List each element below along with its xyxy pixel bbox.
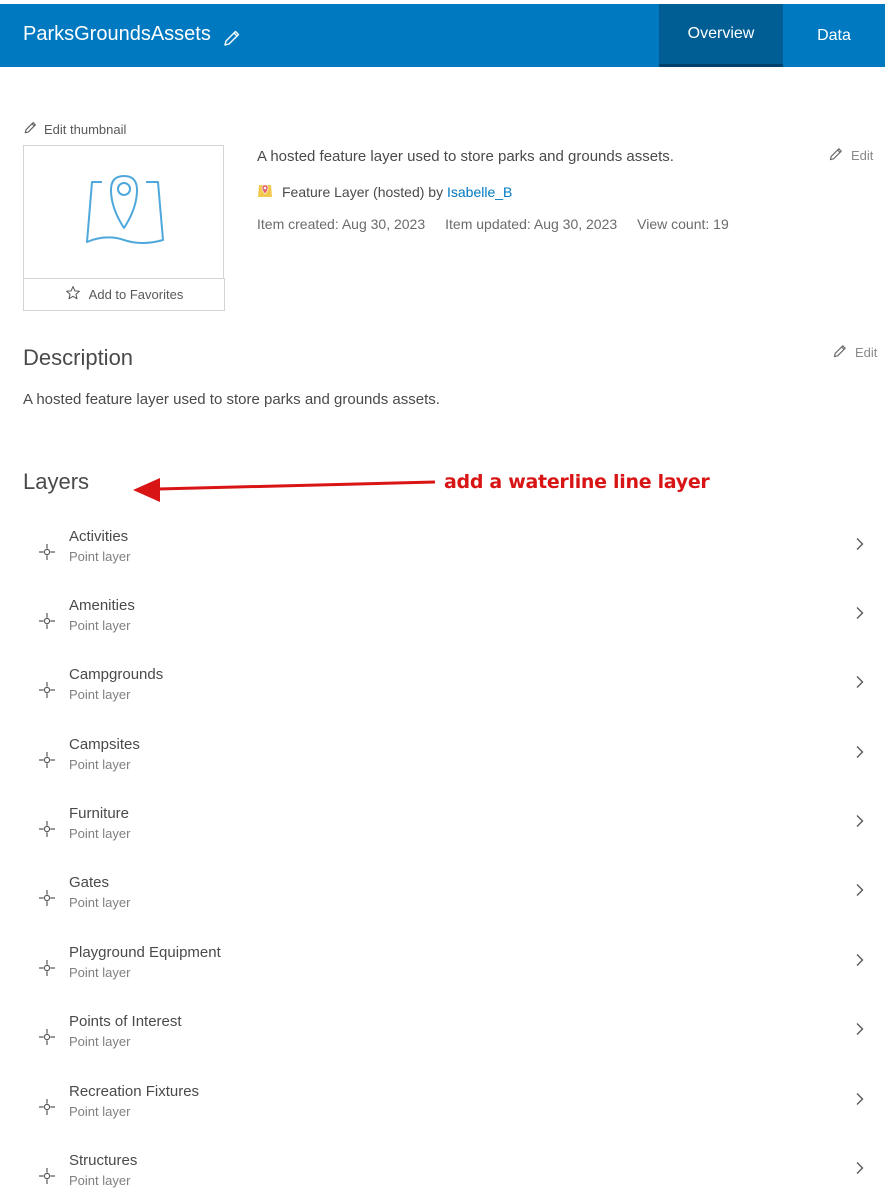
layer-type: Point layer — [69, 1104, 131, 1119]
layer-name: Playground Equipment — [69, 944, 221, 961]
add-to-favorites-label: Add to Favorites — [88, 287, 184, 302]
layers-heading: Layers — [23, 469, 90, 494]
layer-name: Recreation Fixtures — [69, 1083, 200, 1100]
chevron-right-icon — [855, 1022, 865, 1036]
layer-row[interactable]: Campsites Point layer — [23, 736, 875, 794]
view-count: View count: 19 — [637, 216, 729, 232]
layer-row[interactable]: Amenities Point layer — [23, 597, 875, 655]
layer-type: Point layer — [69, 618, 131, 633]
feature-layer-icon — [257, 182, 273, 201]
layer-name: Points of Interest — [69, 1013, 182, 1030]
tab-data[interactable]: Data — [783, 4, 885, 67]
chevron-right-icon — [855, 883, 865, 897]
item-updated: Item updated: Aug 30, 2023 — [445, 216, 618, 232]
point-layer-icon — [38, 1098, 56, 1116]
pencil-icon — [832, 343, 848, 362]
point-layer-icon — [38, 1028, 56, 1046]
point-layer-icon — [38, 889, 56, 907]
item-summary: A hosted feature layer used to store par… — [257, 148, 674, 165]
edit-summary-button[interactable]: Edit — [828, 146, 873, 165]
pencil-icon[interactable] — [222, 28, 242, 48]
point-layer-icon — [38, 959, 56, 977]
annotation-arrow-icon — [130, 472, 440, 509]
layer-row[interactable]: Furniture Point layer — [23, 805, 875, 863]
item-metadata: Item created: Aug 30, 2023 Item updated:… — [257, 216, 729, 232]
chevron-right-icon — [855, 1161, 865, 1175]
edit-thumbnail-label: Edit thumbnail — [44, 121, 127, 137]
item-created: Item created: Aug 30, 2023 — [257, 216, 426, 232]
edit-summary-label: Edit — [851, 148, 874, 163]
layer-type: Point layer — [69, 965, 131, 980]
edit-description-label: Edit — [855, 345, 878, 360]
layer-name: Gates — [69, 874, 110, 891]
layer-row[interactable]: Playground Equipment Point layer — [23, 944, 875, 1002]
layer-name: Amenities — [69, 597, 135, 614]
tab-overview[interactable]: Overview — [659, 4, 783, 67]
app-header: ParksGroundsAssets Overview Data — [0, 4, 885, 67]
chevron-right-icon — [855, 953, 865, 967]
point-layer-icon — [38, 751, 56, 769]
layer-name: Activities — [69, 528, 129, 545]
layer-row[interactable]: Points of Interest Point layer — [23, 1013, 875, 1071]
description-text: A hosted feature layer used to store par… — [23, 391, 440, 408]
edit-description-button[interactable]: Edit — [832, 343, 877, 362]
add-to-favorites-button[interactable]: Add to Favorites — [23, 278, 225, 311]
layer-type: Point layer — [69, 549, 131, 564]
layer-name: Campgrounds — [69, 666, 164, 683]
chevron-right-icon — [855, 606, 865, 620]
item-type-text: Feature Layer (hosted) by — [282, 183, 444, 200]
description-heading: Description — [23, 345, 134, 370]
chevron-right-icon — [855, 745, 865, 759]
owner-link[interactable]: Isabelle_B — [447, 184, 512, 200]
pencil-icon — [828, 146, 844, 165]
chevron-right-icon — [855, 814, 865, 828]
chevron-right-icon — [855, 1092, 865, 1106]
layer-type: Point layer — [69, 1034, 131, 1049]
map-pin-icon — [84, 168, 166, 257]
point-layer-icon — [38, 820, 56, 838]
layer-row[interactable]: Gates Point layer — [23, 874, 875, 932]
layer-row[interactable]: Campgrounds Point layer — [23, 666, 875, 724]
point-layer-icon — [38, 1167, 56, 1185]
item-thumbnail — [23, 145, 224, 279]
edit-thumbnail-link[interactable]: Edit thumbnail — [23, 120, 126, 138]
point-layer-icon — [38, 543, 56, 561]
point-layer-icon — [38, 612, 56, 630]
layer-type: Point layer — [69, 1173, 131, 1188]
layer-row[interactable]: Activities Point layer — [23, 528, 875, 586]
item-type-line: Feature Layer (hosted) by Isabelle_B — [257, 182, 512, 201]
layer-type: Point layer — [69, 687, 131, 702]
layer-type: Point layer — [69, 826, 131, 841]
layer-row[interactable]: Structures Point layer — [23, 1152, 875, 1201]
layer-type: Point layer — [69, 757, 131, 772]
chevron-right-icon — [855, 675, 865, 689]
layer-name: Structures — [69, 1152, 138, 1169]
chevron-right-icon — [855, 537, 865, 551]
star-icon — [65, 285, 81, 304]
point-layer-icon — [38, 681, 56, 699]
layer-name: Furniture — [69, 805, 130, 822]
item-title: ParksGroundsAssets — [23, 23, 211, 45]
pencil-icon — [23, 120, 38, 138]
layer-row[interactable]: Recreation Fixtures Point layer — [23, 1083, 875, 1141]
layer-name: Campsites — [69, 736, 140, 753]
annotation-text: add a waterline line layer — [444, 471, 710, 493]
layer-type: Point layer — [69, 895, 131, 910]
